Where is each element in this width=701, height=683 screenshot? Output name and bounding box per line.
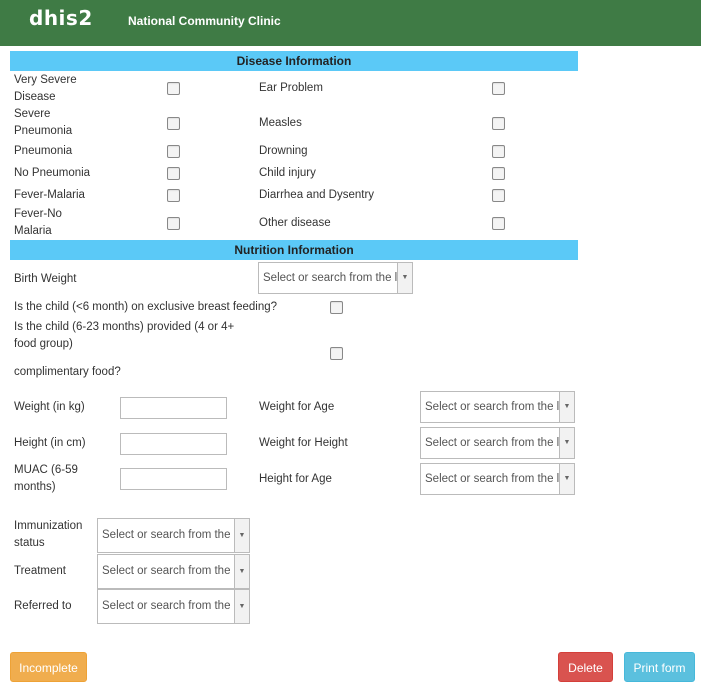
label-treatment: Treatment	[14, 565, 66, 577]
label-drowning: Drowning	[259, 145, 308, 157]
chevron-down-icon: ▼	[234, 590, 249, 623]
label-referred-to: Referred to	[14, 600, 72, 612]
checkbox-very-severe-disease[interactable]	[167, 82, 180, 95]
label-food-group: Is the child (6-23 months) provided (4 o…	[14, 321, 235, 350]
weight-input[interactable]	[120, 397, 227, 419]
birth-weight-select[interactable]: Select or search from the list ▼	[258, 262, 413, 294]
weight-for-age-select-value: Select or search from the list	[425, 401, 571, 413]
weight-for-age-select[interactable]: Select or search from the list ▼	[420, 391, 575, 423]
label-ear-problem: Ear Problem	[259, 82, 323, 94]
referred-to-select[interactable]: Select or search from the list ▼	[97, 589, 250, 624]
app-name: National Community Clinic	[128, 14, 281, 28]
label-weight-for-height: Weight for Height	[259, 437, 348, 449]
dhis2-logo[interactable]: dhis2	[29, 6, 93, 30]
label-fever-no-malaria: Fever-No Malaria	[14, 208, 62, 237]
top-bar: dhis2 National Community Clinic	[0, 0, 701, 46]
chevron-down-icon: ▼	[559, 392, 574, 422]
checkbox-fever-no-malaria[interactable]	[167, 217, 180, 230]
label-immunization-status: Immunization status	[14, 520, 83, 549]
label-fever-malaria: Fever-Malaria	[14, 189, 85, 201]
checkbox-diarrhea-dysentry[interactable]	[492, 189, 505, 202]
height-for-age-select-value: Select or search from the list	[425, 473, 571, 485]
label-complimentary-food: complimentary food?	[14, 366, 121, 378]
height-input[interactable]	[120, 433, 227, 455]
label-exclusive-breast-feeding: Is the child (<6 month) on exclusive bre…	[14, 301, 278, 313]
checkbox-drowning[interactable]	[492, 145, 505, 158]
delete-button[interactable]: Delete	[558, 652, 613, 682]
label-diarrhea-dysentry: Diarrhea and Dysentry	[259, 189, 375, 201]
checkbox-exclusive-breast-feeding[interactable]	[330, 301, 343, 314]
treatment-select-value: Select or search from the list	[102, 565, 248, 577]
disease-section-header: Disease Information	[10, 51, 578, 71]
immunization-status-select[interactable]: Select or search from the list ▼	[97, 518, 250, 553]
incomplete-button[interactable]: Incomplete	[10, 652, 87, 682]
checkbox-ear-problem[interactable]	[492, 82, 505, 95]
checkbox-other-disease[interactable]	[492, 217, 505, 230]
label-child-injury: Child injury	[259, 167, 316, 179]
label-severe-pneumonia: Severe Pneumonia	[14, 108, 73, 137]
muac-input[interactable]	[120, 468, 227, 490]
label-height-for-age: Height for Age	[259, 473, 332, 485]
chevron-down-icon: ▼	[234, 519, 249, 552]
checkbox-pneumonia[interactable]	[167, 145, 180, 158]
checkbox-measles[interactable]	[492, 117, 505, 130]
checkbox-no-pneumonia[interactable]	[167, 167, 180, 180]
checkbox-child-injury[interactable]	[492, 167, 505, 180]
label-weight: Weight (in kg)	[14, 401, 85, 413]
referred-to-select-value: Select or search from the list	[102, 600, 248, 612]
height-for-age-select[interactable]: Select or search from the list ▼	[420, 463, 575, 495]
treatment-select[interactable]: Select or search from the list ▼	[97, 554, 250, 589]
chevron-down-icon: ▼	[234, 555, 249, 588]
checkbox-complimentary-food[interactable]	[330, 347, 343, 360]
label-very-severe-disease: Very Severe Disease	[14, 74, 77, 103]
chevron-down-icon: ▼	[397, 263, 412, 293]
label-height: Height (in cm)	[14, 437, 86, 449]
label-measles: Measles	[259, 117, 302, 129]
weight-for-height-select[interactable]: Select or search from the list ▼	[420, 427, 575, 459]
label-muac: MUAC (6-59 months)	[14, 464, 78, 493]
immunization-status-select-value: Select or search from the list	[102, 529, 248, 541]
chevron-down-icon: ▼	[559, 428, 574, 458]
label-no-pneumonia: No Pneumonia	[14, 167, 91, 179]
checkbox-severe-pneumonia[interactable]	[167, 117, 180, 130]
weight-for-height-select-value: Select or search from the list	[425, 437, 571, 449]
label-pneumonia: Pneumonia	[14, 145, 73, 157]
chevron-down-icon: ▼	[559, 464, 574, 494]
label-birth-weight: Birth Weight	[14, 273, 77, 285]
checkbox-fever-malaria[interactable]	[167, 189, 180, 202]
label-other-disease: Other disease	[259, 217, 331, 229]
nutrition-section-header: Nutrition Information	[10, 240, 578, 260]
label-weight-for-age: Weight for Age	[259, 401, 335, 413]
print-form-button[interactable]: Print form	[624, 652, 695, 682]
birth-weight-select-value: Select or search from the list	[263, 272, 409, 284]
